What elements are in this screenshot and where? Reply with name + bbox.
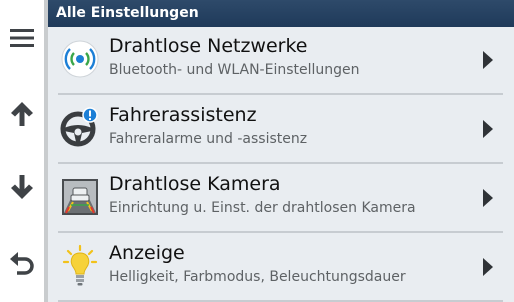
- divider: [58, 231, 503, 233]
- back-arrow-icon: [10, 252, 34, 275]
- item-subtitle: Fahreralarme und -assistenz: [109, 131, 308, 147]
- divider: [58, 93, 503, 95]
- arrow-down-icon: [11, 175, 33, 199]
- item-title: Fahrerassistenz: [109, 104, 257, 126]
- page-title: Alle Einstellungen: [48, 0, 514, 27]
- chevron-right-icon: [483, 189, 493, 207]
- item-subtitle: Helligkeit, Farbmodus, Beleuchtungsdauer: [109, 269, 406, 285]
- list-item-display[interactable]: Anzeige Helligkeit, Farbmodus, Beleuchtu…: [58, 234, 503, 300]
- backup-camera-icon: [58, 175, 102, 219]
- item-title: Drahtlose Kamera: [109, 173, 281, 195]
- lightbulb-icon: [58, 244, 102, 288]
- sidebar: [0, 0, 44, 302]
- chevron-right-icon: [483, 120, 493, 138]
- back-button[interactable]: [0, 243, 44, 283]
- chevron-right-icon: [483, 258, 493, 276]
- list-item-driver-assistance[interactable]: Fahrerassistenz Fahreralarme und -assist…: [58, 96, 503, 162]
- item-title: Anzeige: [109, 242, 185, 264]
- settings-list: Drahtlose Netzwerke Bluetooth- und WLAN-…: [48, 27, 514, 302]
- scroll-up-button[interactable]: [0, 94, 44, 134]
- list-item-wireless-networks[interactable]: Drahtlose Netzwerke Bluetooth- und WLAN-…: [58, 27, 503, 93]
- divider: [58, 162, 503, 164]
- list-item-wireless-camera[interactable]: Drahtlose Kamera Einrichtung u. Einst. d…: [58, 165, 503, 231]
- menu-button[interactable]: [0, 18, 44, 58]
- item-subtitle: Bluetooth- und WLAN-Einstellungen: [109, 62, 360, 78]
- steering-wheel-alert-icon: [58, 106, 102, 150]
- item-subtitle: Einrichtung u. Einst. der drahtlosen Kam…: [109, 200, 416, 216]
- arrow-up-icon: [11, 102, 33, 126]
- scroll-down-button[interactable]: [0, 167, 44, 207]
- hamburger-menu-icon: [10, 29, 34, 47]
- wireless-icon: [58, 37, 102, 81]
- chevron-right-icon: [483, 51, 493, 69]
- item-title: Drahtlose Netzwerke: [109, 35, 308, 57]
